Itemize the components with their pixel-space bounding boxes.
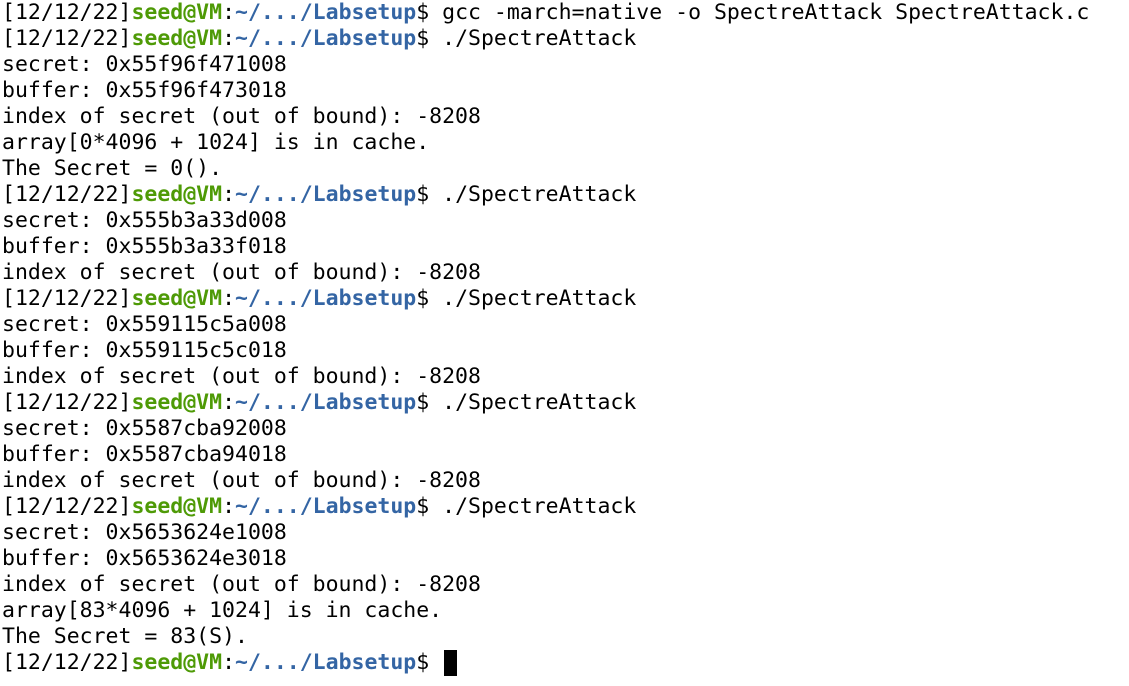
output-text: secret: 0x555b3a33d008 [2,208,287,233]
prompt-path: ~/.../Labsetup [235,0,417,25]
prompt-colon: : [222,494,236,519]
text-cursor[interactable] [444,650,458,676]
prompt-date: [12/12/22] [2,26,132,51]
command-text: ./SpectreAttack [442,494,637,519]
output-text: The Secret = 83(S). [2,624,248,649]
prompt-user-host: seed@VM [131,390,223,415]
output-text: array[0*4096 + 1024] is in cache. [2,130,430,155]
output-text: buffer: 0x5587cba94018 [2,442,287,467]
output-text: The Secret = 0(). [2,156,223,181]
output-text: index of secret (out of bound): -8208 [2,260,481,285]
command-text: ./SpectreAttack [442,182,637,207]
prompt-line: [12/12/22]seed@VM:~/.../Labsetup$ [2,650,1129,676]
prompt-dollar: $ [416,182,443,207]
prompt-user-host: seed@VM [131,182,223,207]
terminal-window[interactable]: [12/12/22]seed@VM:~/.../Labsetup$ gcc -m… [0,0,1129,686]
output-text: index of secret (out of bound): -8208 [2,364,481,389]
prompt-line: [12/12/22]seed@VM:~/.../Labsetup$ ./Spec… [2,182,1129,208]
output-line: secret: 0x555b3a33d008 [2,208,1129,234]
output-text: secret: 0x55f96f471008 [2,52,287,77]
output-line: buffer: 0x5653624e3018 [2,546,1129,572]
output-text: array[83*4096 + 1024] is in cache. [2,598,443,623]
prompt-date: [12/12/22] [2,182,132,207]
output-text: secret: 0x559115c5a008 [2,312,287,337]
prompt-dollar: $ [416,494,443,519]
output-line: array[0*4096 + 1024] is in cache. [2,130,1129,156]
output-line: array[83*4096 + 1024] is in cache. [2,598,1129,624]
prompt-path: ~/.../Labsetup [235,26,417,51]
prompt-colon: : [222,0,236,25]
output-text: index of secret (out of bound): -8208 [2,468,481,493]
prompt-date: [12/12/22] [2,286,132,311]
command-text: gcc -march=native -o SpectreAttack Spect… [442,0,1090,25]
output-line: buffer: 0x5587cba94018 [2,442,1129,468]
output-text: index of secret (out of bound): -8208 [2,572,481,597]
prompt-user-host: seed@VM [131,650,223,675]
prompt-colon: : [222,650,236,675]
output-text: buffer: 0x559115c5c018 [2,338,287,363]
output-text: buffer: 0x55f96f473018 [2,78,287,103]
output-line: index of secret (out of bound): -8208 [2,572,1129,598]
output-line: secret: 0x5653624e1008 [2,520,1129,546]
output-line: secret: 0x55f96f471008 [2,52,1129,78]
prompt-dollar: $ [416,390,443,415]
prompt-user-host: seed@VM [131,286,223,311]
prompt-path: ~/.../Labsetup [235,390,417,415]
output-line: index of secret (out of bound): -8208 [2,104,1129,130]
prompt-date: [12/12/22] [2,494,132,519]
output-line: buffer: 0x559115c5c018 [2,338,1129,364]
prompt-colon: : [222,26,236,51]
prompt-line: [12/12/22]seed@VM:~/.../Labsetup$ ./Spec… [2,390,1129,416]
output-line: secret: 0x5587cba92008 [2,416,1129,442]
command-text: ./SpectreAttack [442,26,637,51]
output-text: index of secret (out of bound): -8208 [2,104,481,129]
prompt-user-host: seed@VM [131,0,223,25]
command-text: ./SpectreAttack [442,286,637,311]
command-text: ./SpectreAttack [442,390,637,415]
prompt-colon: : [222,390,236,415]
output-line: index of secret (out of bound): -8208 [2,260,1129,286]
prompt-path: ~/.../Labsetup [235,650,417,675]
output-line: index of secret (out of bound): -8208 [2,468,1129,494]
output-line: index of secret (out of bound): -8208 [2,364,1129,390]
prompt-colon: : [222,182,236,207]
output-line: buffer: 0x555b3a33f018 [2,234,1129,260]
prompt-path: ~/.../Labsetup [235,182,417,207]
output-line: The Secret = 83(S). [2,624,1129,650]
prompt-user-host: seed@VM [131,26,223,51]
prompt-line: [12/12/22]seed@VM:~/.../Labsetup$ ./Spec… [2,494,1129,520]
prompt-date: [12/12/22] [2,0,132,25]
prompt-dollar: $ [416,0,443,25]
prompt-line: [12/12/22]seed@VM:~/.../Labsetup$ ./Spec… [2,26,1129,52]
output-line: secret: 0x559115c5a008 [2,312,1129,338]
output-text: buffer: 0x5653624e3018 [2,546,287,571]
prompt-colon: : [222,286,236,311]
prompt-dollar: $ [416,650,443,675]
prompt-date: [12/12/22] [2,650,132,675]
prompt-dollar: $ [416,26,443,51]
prompt-line: [12/12/22]seed@VM:~/.../Labsetup$ ./Spec… [2,286,1129,312]
output-text: buffer: 0x555b3a33f018 [2,234,287,259]
prompt-line: [12/12/22]seed@VM:~/.../Labsetup$ gcc -m… [2,0,1129,26]
output-text: secret: 0x5653624e1008 [2,520,287,545]
output-line: The Secret = 0(). [2,156,1129,182]
prompt-path: ~/.../Labsetup [235,286,417,311]
output-text: secret: 0x5587cba92008 [2,416,287,441]
prompt-path: ~/.../Labsetup [235,494,417,519]
prompt-date: [12/12/22] [2,390,132,415]
prompt-dollar: $ [416,286,443,311]
prompt-user-host: seed@VM [131,494,223,519]
output-line: buffer: 0x55f96f473018 [2,78,1129,104]
